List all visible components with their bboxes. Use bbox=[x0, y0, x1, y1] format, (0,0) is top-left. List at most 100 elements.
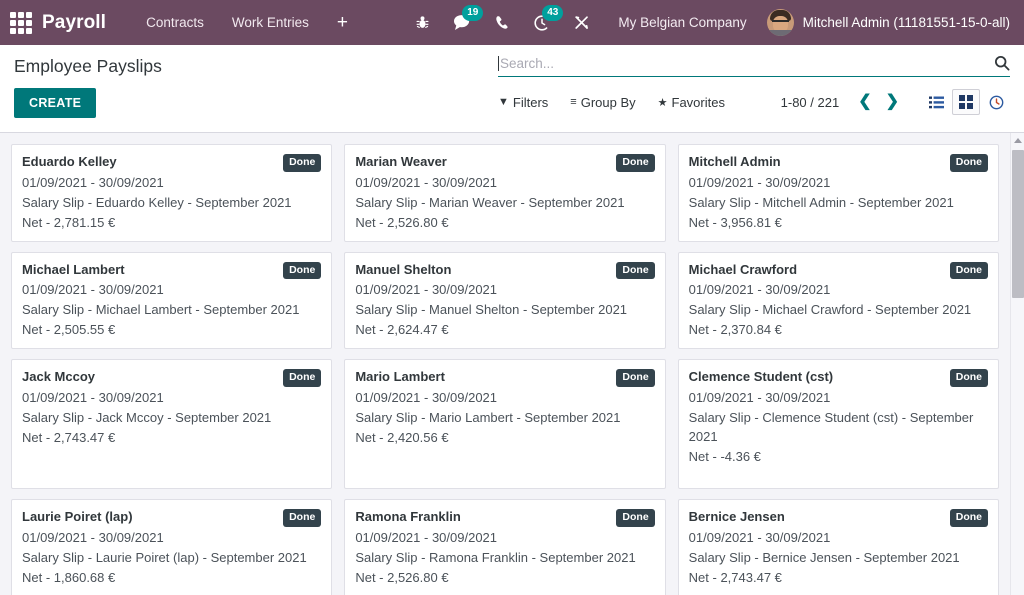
vertical-scrollbar[interactable] bbox=[1010, 133, 1024, 595]
kanban-card-employee-name: Marian Weaver bbox=[355, 153, 608, 170]
kanban-card-period: 01/09/2021 - 30/09/2021 bbox=[22, 528, 321, 547]
view-switcher bbox=[922, 89, 1010, 115]
kanban-card[interactable]: Mitchell AdminDone01/09/2021 - 30/09/202… bbox=[678, 144, 999, 242]
list-lines-icon: ≡ bbox=[570, 96, 576, 108]
kanban-card-net: Net - 2,526.80 € bbox=[355, 568, 654, 587]
favorites-label: Favorites bbox=[672, 95, 725, 110]
kanban-card[interactable]: Laurie Poiret (lap)Done01/09/2021 - 30/0… bbox=[11, 499, 332, 595]
bug-icon[interactable] bbox=[407, 8, 437, 38]
filters-label: Filters bbox=[513, 95, 548, 110]
plus-icon[interactable]: + bbox=[323, 0, 362, 45]
kanban-card[interactable]: Eduardo KelleyDone01/09/2021 - 30/09/202… bbox=[11, 144, 332, 242]
kanban-card-net: Net - 2,743.47 € bbox=[689, 568, 988, 587]
status-badge[interactable]: Done bbox=[283, 154, 321, 172]
kanban-card-period: 01/09/2021 - 30/09/2021 bbox=[22, 173, 321, 192]
kanban-card-header: Bernice Jensen Done bbox=[689, 508, 988, 527]
kanban-card-header: Ramona FranklinDone bbox=[355, 508, 654, 527]
menu-contracts[interactable]: Contracts bbox=[132, 0, 218, 45]
kanban-card-period: 01/09/2021 - 30/09/2021 bbox=[355, 528, 654, 547]
kanban-card[interactable]: Jack MccoyDone01/09/2021 - 30/09/2021Sal… bbox=[11, 359, 332, 489]
phone-icon[interactable] bbox=[487, 8, 517, 38]
search-icon[interactable] bbox=[988, 55, 1010, 71]
kanban-card-description: Salary Slip - Michael Lambert - Septembe… bbox=[22, 300, 321, 319]
kanban-card[interactable]: Michael LambertDone01/09/2021 - 30/09/20… bbox=[11, 252, 332, 350]
kanban-card-net: Net - 1,860.68 € bbox=[22, 568, 321, 587]
status-badge[interactable]: Done bbox=[950, 262, 988, 280]
status-badge[interactable]: Done bbox=[950, 369, 988, 387]
kanban-cell: Clemence Student (cst)Done01/09/2021 - 3… bbox=[672, 354, 1005, 494]
chevron-left-icon[interactable]: ❮ bbox=[851, 94, 878, 110]
group-by-dropdown[interactable]: ≡ Group By bbox=[570, 95, 635, 110]
search-bar[interactable] bbox=[498, 55, 1010, 77]
kanban-card-description: Salary Slip - Marian Weaver - September … bbox=[355, 193, 654, 212]
status-badge[interactable]: Done bbox=[616, 262, 654, 280]
status-badge[interactable]: Done bbox=[616, 509, 654, 527]
kanban-cell: Michael CrawfordDone01/09/2021 - 30/09/2… bbox=[672, 247, 1005, 355]
kanban-card-header: Marian Weaver Done bbox=[355, 153, 654, 172]
status-badge[interactable]: Done bbox=[283, 509, 321, 527]
user-name-label: Mitchell Admin (11181551-15-0-all) bbox=[803, 15, 1010, 30]
kanban-view-icon[interactable] bbox=[952, 89, 980, 115]
status-badge[interactable]: Done bbox=[616, 369, 654, 387]
kanban-card-header: Manuel SheltonDone bbox=[355, 261, 654, 280]
kanban-cell: Ramona FranklinDone01/09/2021 - 30/09/20… bbox=[338, 494, 671, 595]
kanban-card[interactable]: Marian Weaver Done01/09/2021 - 30/09/2021… bbox=[344, 144, 665, 242]
star-icon: ★ bbox=[658, 96, 668, 109]
favorites-dropdown[interactable]: ★ Favorites bbox=[658, 95, 725, 110]
user-menu[interactable]: Mitchell Admin (11181551-15-0-all) bbox=[767, 9, 1010, 36]
top-navbar: Payroll Contracts Work Entries + 19 bbox=[0, 0, 1024, 45]
activities-badge: 43 bbox=[542, 5, 563, 21]
app-brand-payroll[interactable]: Payroll bbox=[42, 12, 106, 34]
apps-grid-icon[interactable] bbox=[8, 10, 34, 36]
kanban-card-employee-name: Bernice Jensen bbox=[689, 508, 942, 525]
kanban-card-period: 01/09/2021 - 30/09/2021 bbox=[689, 528, 988, 547]
status-badge[interactable]: Done bbox=[283, 262, 321, 280]
search-caret bbox=[498, 56, 499, 71]
menu-work-entries[interactable]: Work Entries bbox=[218, 0, 323, 45]
kanban-card-employee-name: Jack Mccoy bbox=[22, 368, 275, 385]
kanban-card[interactable]: Manuel SheltonDone01/09/2021 - 30/09/202… bbox=[344, 252, 665, 350]
kanban-card-period: 01/09/2021 - 30/09/2021 bbox=[22, 388, 321, 407]
scroll-up-arrow[interactable] bbox=[1011, 133, 1024, 147]
kanban-card-employee-name: Clemence Student (cst) bbox=[689, 368, 942, 385]
breadcrumb: Employee Payslips bbox=[14, 56, 162, 77]
activities-clock-icon[interactable]: 43 bbox=[527, 8, 557, 38]
kanban-card-net: Net - -4.36 € bbox=[689, 447, 988, 466]
kanban-cell: Eduardo KelleyDone01/09/2021 - 30/09/202… bbox=[5, 139, 338, 247]
chevron-right-icon[interactable]: ❯ bbox=[879, 94, 906, 110]
scrollbar-thumb[interactable] bbox=[1012, 150, 1024, 298]
kanban-card-employee-name: Michael Crawford bbox=[689, 261, 942, 278]
kanban-card-header: Eduardo KelleyDone bbox=[22, 153, 321, 172]
kanban-card-period: 01/09/2021 - 30/09/2021 bbox=[355, 173, 654, 192]
control-panel-tools: ▼ Filters ≡ Group By ★ Favorites 1-80 / … bbox=[498, 89, 1010, 115]
kanban-cell: Michael LambertDone01/09/2021 - 30/09/20… bbox=[5, 247, 338, 355]
clock-view-icon[interactable] bbox=[982, 89, 1010, 115]
status-badge[interactable]: Done bbox=[616, 154, 654, 172]
status-badge[interactable]: Done bbox=[950, 154, 988, 172]
list-view-icon[interactable] bbox=[922, 89, 950, 115]
status-badge[interactable]: Done bbox=[950, 509, 988, 527]
kanban-card-net: Net - 2,781.15 € bbox=[22, 213, 321, 232]
tools-icon[interactable] bbox=[567, 8, 597, 38]
kanban-card-description: Salary Slip - Clemence Student (cst) - S… bbox=[689, 408, 988, 446]
kanban-card[interactable]: Bernice Jensen Done01/09/2021 - 30/09/202… bbox=[678, 499, 999, 595]
kanban-cell: Mitchell AdminDone01/09/2021 - 30/09/202… bbox=[672, 139, 1005, 247]
search-input[interactable] bbox=[500, 56, 988, 71]
kanban-cell: Manuel SheltonDone01/09/2021 - 30/09/202… bbox=[338, 247, 671, 355]
kanban-card[interactable]: Mario LambertDone01/09/2021 - 30/09/2021… bbox=[344, 359, 665, 489]
create-button[interactable]: CREATE bbox=[14, 88, 96, 118]
pager-range: 1-80 / 221 bbox=[781, 95, 840, 110]
status-badge[interactable]: Done bbox=[283, 369, 321, 387]
filters-dropdown[interactable]: ▼ Filters bbox=[498, 95, 548, 110]
kanban-card-period: 01/09/2021 - 30/09/2021 bbox=[22, 280, 321, 299]
kanban-card-net: Net - 2,505.55 € bbox=[22, 320, 321, 339]
messages-icon[interactable]: 19 bbox=[447, 8, 477, 38]
company-selector[interactable]: My Belgian Company bbox=[618, 15, 746, 30]
kanban-card[interactable]: Michael CrawfordDone01/09/2021 - 30/09/2… bbox=[678, 252, 999, 350]
kanban-cell: Jack MccoyDone01/09/2021 - 30/09/2021Sal… bbox=[5, 354, 338, 494]
kanban-card-header: Jack Mccoy Done bbox=[22, 368, 321, 387]
pager: 1-80 / 221 ❮ ❯ bbox=[781, 94, 906, 110]
kanban-cell: Marian Weaver Done01/09/2021 - 30/09/2021… bbox=[338, 139, 671, 247]
kanban-card[interactable]: Clemence Student (cst)Done01/09/2021 - 3… bbox=[678, 359, 999, 489]
kanban-card[interactable]: Ramona FranklinDone01/09/2021 - 30/09/20… bbox=[344, 499, 665, 595]
